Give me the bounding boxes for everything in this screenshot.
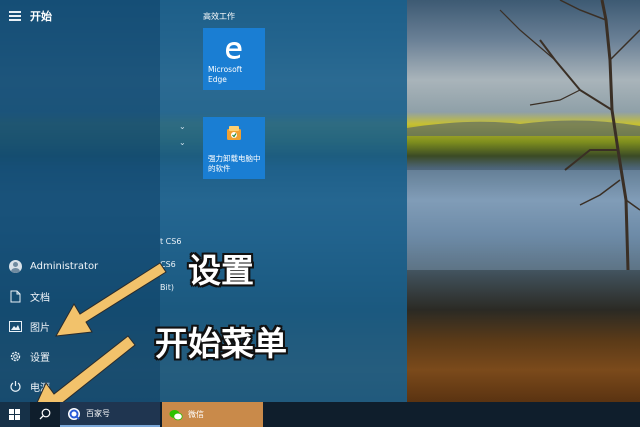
baijiahao-icon [68, 407, 80, 420]
start-menu-title: 开始 [30, 10, 52, 23]
taskbar-app-label: 微信 [188, 410, 204, 419]
start-menu-left-rail: 开始 Administrator 文档 图片 设置 电源 [0, 0, 160, 402]
documents-label: 文档 [30, 292, 50, 304]
windows-logo-icon [9, 409, 20, 420]
rail-item-power[interactable]: 电源 [0, 373, 160, 399]
settings-caption: 设置 [188, 251, 254, 290]
rail-item-documents[interactable]: 文档 [0, 283, 160, 309]
taskbar-app-baijiahao[interactable]: 百家号 [60, 402, 160, 427]
document-icon [10, 290, 20, 302]
tile-uninstaller[interactable]: 强力卸载电脑中的软件 [203, 117, 265, 179]
search-button[interactable] [30, 402, 60, 427]
tile-label: 强力卸载电脑中的软件 [208, 154, 261, 173]
power-icon [9, 380, 21, 392]
search-icon [39, 408, 51, 420]
user-avatar-icon [8, 259, 22, 273]
tile-label: Microsoft Edge [208, 65, 243, 84]
chevron-down-icon[interactable]: ⌄ [179, 138, 186, 147]
start-button[interactable] [0, 402, 30, 427]
rail-item-user[interactable]: Administrator [0, 253, 160, 279]
edge-icon [226, 42, 242, 59]
settings-label: 设置 [30, 352, 50, 364]
picture-icon [8, 320, 22, 332]
app-list-item[interactable]: CS6 [160, 260, 176, 269]
taskbar-app-label: 百家号 [86, 409, 110, 418]
tile-group-title: 高效工作 [203, 12, 235, 21]
tile-microsoft-edge[interactable]: Microsoft Edge [203, 28, 265, 90]
taskbar-app-wechat[interactable]: 微信 [162, 402, 263, 427]
app-list-item[interactable]: t CS6 [160, 237, 181, 246]
rail-item-pictures[interactable]: 图片 [0, 313, 160, 339]
start-menu-caption: 开始菜单 [155, 324, 287, 363]
taskbar: 百家号 微信 [0, 402, 640, 427]
power-label: 电源 [30, 382, 50, 394]
wechat-icon [169, 409, 183, 420]
hamburger-menu-icon[interactable] [9, 10, 21, 21]
app-list-item[interactable]: Bit) [160, 283, 174, 292]
rail-item-settings[interactable]: 设置 [0, 343, 160, 369]
pictures-label: 图片 [30, 322, 50, 334]
gear-icon [10, 351, 20, 361]
chevron-down-icon[interactable]: ⌄ [179, 122, 186, 131]
uninstaller-icon [227, 126, 241, 140]
user-name: Administrator [30, 260, 99, 272]
